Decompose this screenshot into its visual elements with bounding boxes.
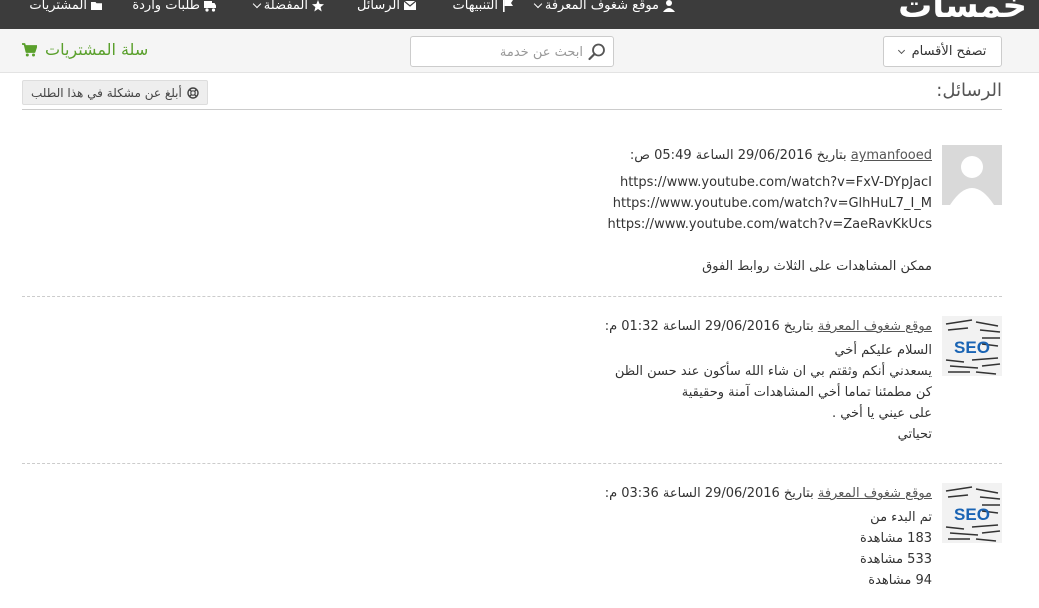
message-divider — [22, 463, 1002, 464]
seo-avatar-text: SEO — [954, 338, 990, 357]
nav-incoming-orders[interactable]: طلبات واردة — [132, 0, 216, 29]
message-meta: بتاريخ 29/06/2016 الساعة 01:32 م: — [604, 319, 818, 334]
message-line: ممكن المشاهدات على الثلاث روابط الفوق — [702, 259, 932, 274]
seo-avatar: SEO — [942, 316, 1002, 376]
nav-notifications[interactable]: التنبيهات — [453, 0, 514, 29]
message-line: https://www.youtube.com/watch?v=ZaeRavKk… — [607, 217, 932, 232]
nav-user-menu[interactable]: موقع شغوف المعرفة — [533, 0, 675, 29]
message-header: موقع شغوف المعرفة بتاريخ 29/06/2016 السا… — [605, 319, 932, 334]
message-line: 183 مشاهدة — [860, 531, 932, 546]
message-meta: بتاريخ 29/06/2016 الساعة 05:49 ص: — [629, 148, 851, 163]
user-icon — [663, 0, 675, 12]
nav-notifications-label: التنبيهات — [452, 0, 498, 13]
nav-messages-label: الرسائل — [356, 0, 400, 13]
chevron-down-icon — [252, 0, 262, 9]
shopping-cart-link[interactable]: سلة المشتريات — [22, 40, 148, 59]
browse-categories-label: تصفح الأقسام — [911, 44, 987, 59]
message-line: على عيني يا أخي . — [831, 406, 932, 421]
nav-purchases-label: المشتريات — [29, 0, 87, 13]
message-line: تم البدء من — [870, 510, 932, 525]
envelope-icon — [404, 0, 416, 10]
message-line: كن مطمئنا تماما أخي المشاهدات آمنة وحقيق… — [681, 385, 932, 400]
nav-incoming-orders-label: طلبات واردة — [132, 0, 200, 13]
search-box — [410, 36, 614, 67]
message-author-link[interactable]: aymanfooed — [851, 148, 932, 163]
message-author-link[interactable]: موقع شغوف المعرفة — [818, 319, 932, 334]
message-item: SEO موقع شغوف المعرفة بتاريخ 29/06/2016 … — [22, 316, 1002, 446]
top-navbar: خمسات موقع شغوف المعرفة التنبيهات الرسائ… — [0, 0, 1039, 29]
message-item: SEO موقع شغوف المعرفة بتاريخ 29/06/2016 … — [22, 483, 1002, 593]
message-line: تحياتي — [897, 427, 932, 442]
message-header: aymanfooed بتاريخ 29/06/2016 الساعة 05:4… — [630, 148, 932, 163]
chevron-down-icon — [533, 0, 543, 9]
message-line: يسعدني أنكم وثقتم بي ان شاء الله سأكون ع… — [614, 364, 932, 379]
report-problem-button[interactable]: أبلغ عن مشكلة في هذا الطلب — [22, 80, 208, 105]
flag-icon — [503, 0, 513, 12]
message-line: السلام عليكم أخي — [834, 343, 932, 358]
sub-toolbar: تصفح الأقسام سلة المشتريات — [0, 29, 1039, 73]
seo-avatar: SEO — [942, 483, 1002, 543]
message-line: https://www.youtube.com/watch?v=FxV-DYpJ… — [619, 175, 932, 190]
message-author-link[interactable]: موقع شغوف المعرفة — [818, 486, 932, 501]
nav-favorites-label: المفضلة — [263, 0, 308, 13]
message-divider — [22, 296, 1002, 297]
truck-icon — [204, 1, 216, 12]
shopping-cart-icon — [22, 42, 37, 56]
folder-open-icon — [91, 2, 102, 10]
report-problem-label: أبلغ عن مشكلة في هذا الطلب — [31, 85, 182, 100]
search-icon[interactable] — [587, 42, 607, 62]
search-input[interactable] — [423, 43, 583, 61]
chevron-down-icon — [897, 46, 905, 54]
message-line: 94 مشاهدة — [868, 573, 932, 588]
page-title: الرسائل: — [936, 80, 1002, 101]
nav-favorites[interactable]: المفضلة — [252, 0, 324, 29]
title-divider — [22, 109, 1002, 110]
message-line: https://www.youtube.com/watch?v=GlhHuL7_… — [612, 196, 932, 211]
default-avatar — [942, 145, 1002, 205]
message-meta: بتاريخ 29/06/2016 الساعة 03:36 م: — [604, 486, 818, 501]
message-line: 533 مشاهدة — [860, 552, 932, 567]
browse-categories-button[interactable]: تصفح الأقسام — [883, 36, 1002, 67]
message-item: aymanfooed بتاريخ 29/06/2016 الساعة 05:4… — [22, 145, 1002, 280]
seo-avatar-text: SEO — [954, 505, 990, 524]
cart-label: سلة المشتريات — [45, 40, 149, 59]
message-header: موقع شغوف المعرفة بتاريخ 29/06/2016 السا… — [605, 486, 932, 501]
nav-messages[interactable]: الرسائل — [357, 0, 416, 29]
star-icon — [312, 0, 324, 12]
lifebuoy-icon — [187, 86, 199, 99]
nav-user-label: موقع شغوف المعرفة — [544, 0, 659, 13]
nav-purchases[interactable]: المشتريات — [29, 0, 103, 29]
site-logo[interactable]: خمسات — [898, 0, 1028, 26]
